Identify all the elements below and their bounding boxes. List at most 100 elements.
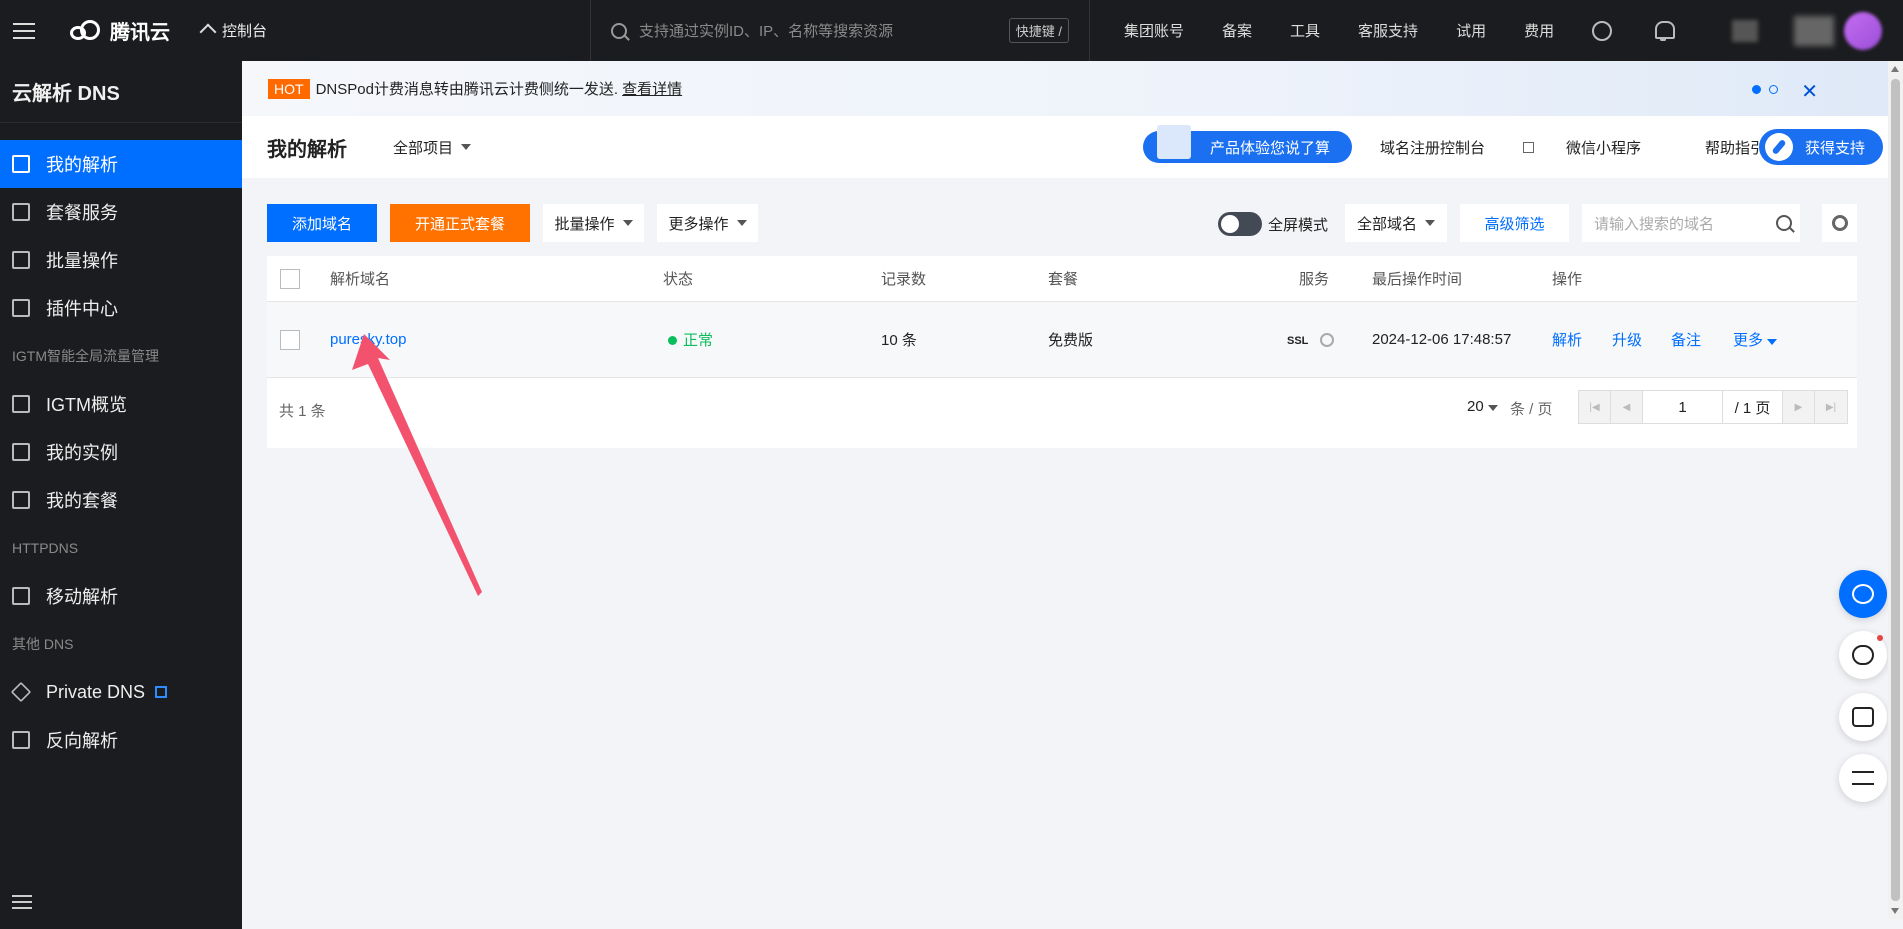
menu-icon[interactable] — [0, 0, 48, 61]
sidebar-group-igtm: IGTM智能全局流量管理 — [12, 348, 159, 364]
sidebar-title: 云解析 DNS — [0, 61, 242, 123]
domain-register-console-link[interactable]: 域名注册控制台 — [1380, 137, 1535, 158]
scroll-thumb[interactable] — [1891, 79, 1900, 901]
batch-ops-dropdown[interactable]: 批量操作 — [543, 204, 644, 242]
scroll-down-icon[interactable] — [1891, 908, 1899, 914]
sidebar-item-label: 我的套餐 — [46, 491, 118, 511]
open-package-button[interactable]: 开通正式套餐 — [390, 204, 530, 242]
page-scrollbar[interactable] — [1888, 61, 1903, 919]
last-page-button[interactable]: ▶| — [1815, 391, 1847, 423]
sidebar-item-label: 插件中心 — [46, 299, 118, 319]
select-all-checkbox[interactable] — [280, 268, 300, 289]
cloud-assistant-button[interactable] — [1839, 631, 1887, 679]
gear-icon — [1831, 215, 1848, 231]
top-bar: 腾讯云 控制台 支持通过实例ID、IP、名称等搜索资源 快捷键 / 集团账号 备… — [0, 0, 1903, 61]
avatar[interactable] — [1844, 11, 1883, 50]
wechat-mini-program-link[interactable]: 微信小程序 — [1566, 137, 1673, 158]
prev-page-button[interactable]: ◀ — [1611, 391, 1643, 423]
support-label: 获得支持 — [1805, 139, 1866, 157]
first-page-button[interactable]: |◀ — [1579, 391, 1611, 423]
package-icon — [12, 491, 30, 509]
hot-badge: HOT — [268, 78, 310, 99]
status-dot-icon — [668, 336, 677, 345]
upgrade-action[interactable]: 升级 — [1612, 329, 1642, 350]
get-support-button[interactable]: 获得支持 — [1759, 129, 1883, 165]
table-footer: 共 1 条 20 条 / 页 |◀ ◀ 1 / 1 页 ▶ ▶| — [267, 378, 1857, 448]
notification-dot — [1877, 635, 1883, 641]
banner-dot-1[interactable] — [1752, 85, 1761, 94]
banner-dot-2[interactable] — [1769, 85, 1778, 94]
total-pages: / 1 页 — [1723, 391, 1783, 423]
global-search[interactable]: 支持通过实例ID、IP、名称等搜索资源 快捷键 / — [590, 0, 1090, 61]
banner-details-link[interactable]: 查看详情 — [622, 78, 682, 99]
project-select[interactable]: 全部项目 — [393, 137, 472, 158]
nav-trial[interactable]: 试用 — [1456, 20, 1486, 41]
search-icon[interactable] — [1776, 215, 1792, 231]
package-icon — [12, 203, 30, 221]
docs-button[interactable] — [1839, 693, 1887, 741]
domain-filter-dropdown[interactable]: 全部域名 — [1345, 204, 1447, 242]
nav-filing[interactable]: 备案 — [1222, 20, 1252, 41]
resolve-action[interactable]: 解析 — [1552, 329, 1582, 350]
sidebar-item-packages[interactable]: 套餐服务 — [0, 188, 242, 236]
cloud-logo-icon — [70, 19, 102, 42]
nav-support[interactable]: 客服支持 — [1358, 20, 1418, 41]
compass-icon — [1765, 133, 1793, 161]
sidebar-item-plugins[interactable]: 插件中心 — [0, 284, 242, 332]
sidebar-item-mobile-dns[interactable]: 移动解析 — [0, 572, 242, 620]
brand-logo[interactable]: 腾讯云 — [70, 16, 170, 45]
sidebar-item-my-instances[interactable]: 我的实例 — [0, 428, 242, 476]
nav-billing[interactable]: 费用 — [1524, 20, 1554, 41]
mobile-dns-icon — [12, 587, 30, 605]
feedback-button[interactable]: 产品体验您说了算 — [1143, 125, 1352, 163]
page-size-select[interactable]: 20 — [1467, 398, 1498, 415]
settings-button[interactable] — [1822, 204, 1857, 242]
sidebar-item-my-packages[interactable]: 我的套餐 — [0, 476, 242, 524]
link-label: 微信小程序 — [1566, 139, 1642, 157]
sidebar-group-other-dns: 其他 DNS — [12, 636, 74, 652]
sidebar-item-my-dns[interactable]: 我的解析 — [0, 140, 242, 188]
page-title: 我的解析 — [267, 138, 347, 161]
mini-program-icon[interactable] — [1592, 20, 1613, 41]
more-ops-dropdown[interactable]: 更多操作 — [657, 204, 758, 242]
row-checkbox[interactable] — [280, 329, 300, 350]
blurred-item[interactable] — [1732, 19, 1759, 42]
blurred-username[interactable] — [1794, 15, 1835, 46]
collapse-sidebar-icon[interactable] — [12, 895, 32, 909]
domain-link[interactable]: puresky.top — [330, 331, 406, 348]
fullscreen-toggle[interactable] — [1218, 212, 1262, 236]
sidebar-item-igtm-overview[interactable]: IGTM概览 — [0, 380, 242, 428]
instance-icon — [12, 443, 30, 461]
reverse-icon — [12, 731, 30, 749]
sidebar-item-label: Private DNS — [46, 681, 146, 702]
next-page-button[interactable]: ▶ — [1783, 391, 1815, 423]
nav-group-account[interactable]: 集团账号 — [1124, 20, 1184, 41]
note-action[interactable]: 备注 — [1671, 329, 1701, 350]
sidebar-item-reverse-dns[interactable]: 反向解析 — [0, 716, 242, 764]
sidebar-item-private-dns[interactable]: Private DNS — [0, 668, 242, 716]
page-input[interactable]: 1 — [1643, 391, 1723, 423]
outline-button[interactable] — [1839, 754, 1887, 802]
col-service: 服务 — [1299, 271, 1330, 288]
ssl-badge[interactable]: SSL — [1287, 335, 1308, 347]
feedback-label: 产品体验您说了算 — [1210, 139, 1331, 157]
advanced-filter-button[interactable]: 高级筛选 — [1460, 204, 1569, 242]
sidebar-item-batch[interactable]: 批量操作 — [0, 236, 242, 284]
add-domain-button[interactable]: 添加域名 — [267, 204, 377, 242]
bell-icon[interactable] — [1654, 20, 1676, 41]
more-action[interactable]: 更多 — [1733, 329, 1778, 350]
customer-service-button[interactable] — [1839, 570, 1887, 618]
close-icon[interactable]: ✕ — [1801, 79, 1818, 104]
col-records: 记录数 — [881, 271, 927, 288]
link-icon[interactable] — [1320, 333, 1335, 348]
col-domain: 解析域名 — [330, 271, 391, 288]
domain-search-input[interactable]: 请输入搜索的域名 — [1582, 204, 1800, 242]
headset-icon — [1852, 584, 1874, 604]
plugin-icon — [12, 299, 30, 317]
console-link[interactable]: 控制台 — [200, 20, 267, 41]
nav-tools[interactable]: 工具 — [1290, 20, 1320, 41]
shortcut-badge: 快捷键 / — [1008, 18, 1069, 43]
grid-icon — [12, 395, 30, 413]
scroll-up-icon[interactable] — [1891, 66, 1899, 72]
per-page-label: 条 / 页 — [1510, 401, 1553, 418]
